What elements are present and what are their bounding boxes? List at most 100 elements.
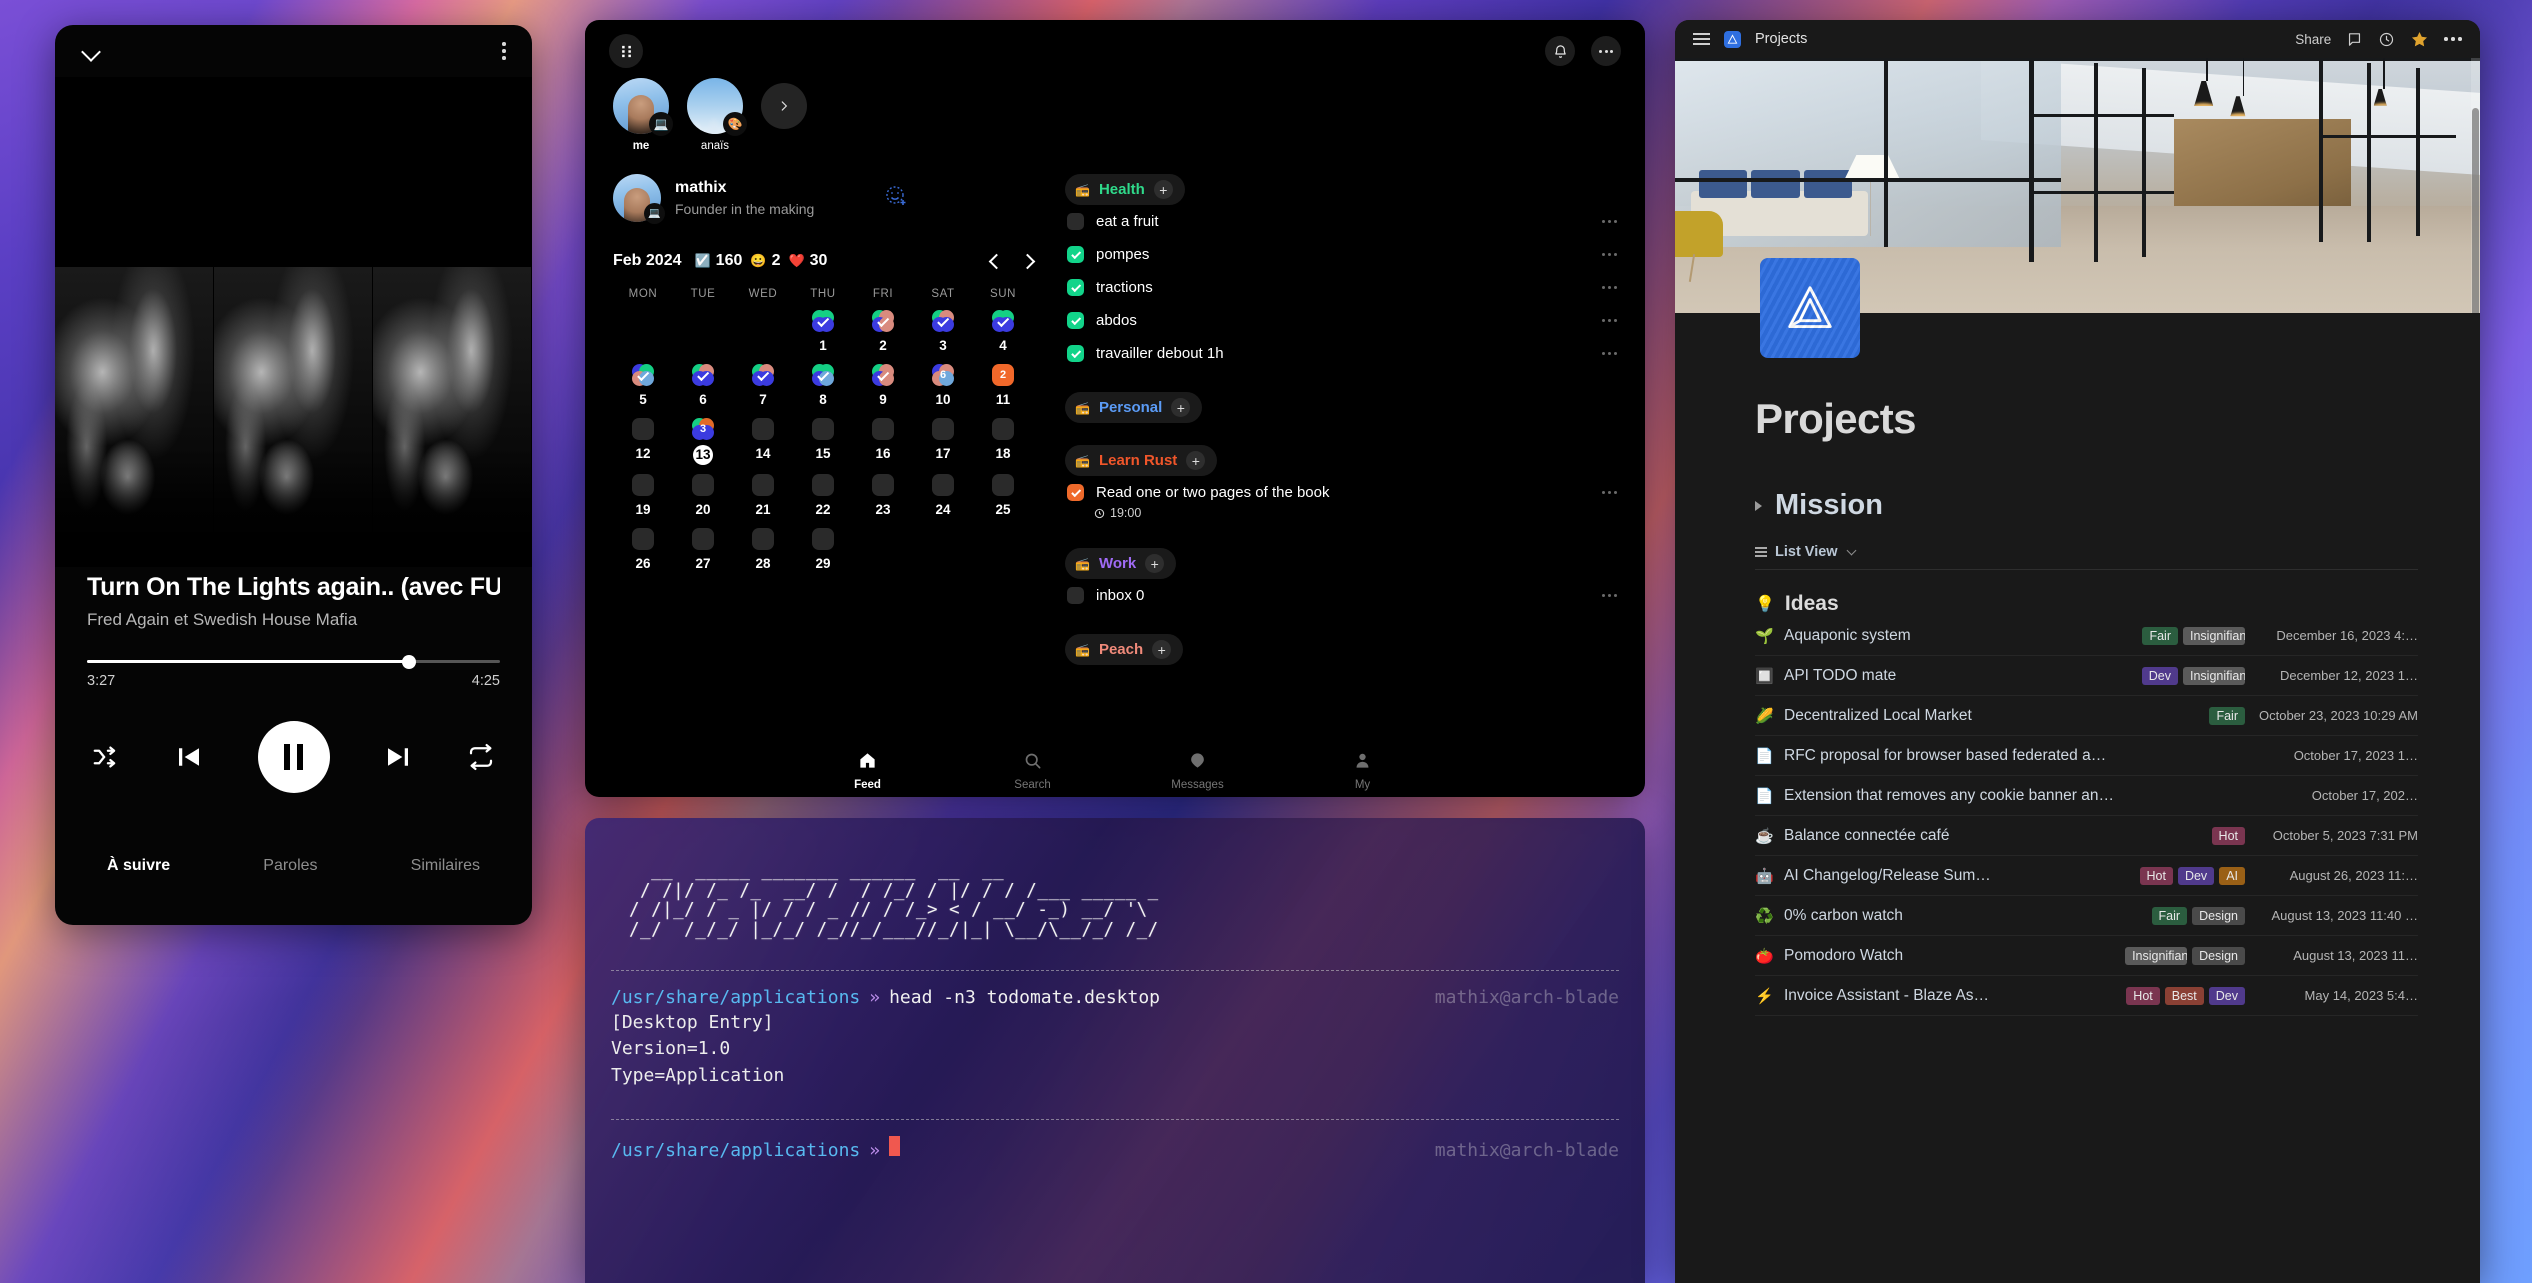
calendar-day-cell[interactable]: 5 bbox=[613, 364, 673, 418]
share-button[interactable]: Share bbox=[2295, 32, 2331, 47]
calendar-day-cell[interactable]: 16 bbox=[853, 418, 913, 474]
list-item[interactable]: 🍅 Pomodoro Watch Insignifiant Design August … bbox=[1755, 936, 2418, 976]
breadcrumb[interactable]: Projects bbox=[1755, 31, 1807, 47]
task-row[interactable]: travailler debout 1h bbox=[1065, 337, 1617, 370]
list-item-title[interactable]: Extension that removes any cookie banner… bbox=[1784, 787, 2114, 805]
calendar-day-cell[interactable]: 15 bbox=[793, 418, 853, 474]
nav-item-my[interactable]: My bbox=[1280, 751, 1445, 791]
player-tab[interactable]: À suivre bbox=[107, 857, 170, 875]
cover-scrollbar[interactable] bbox=[2471, 58, 2480, 313]
calendar-day-cell[interactable]: 3 bbox=[913, 310, 973, 364]
calendar-day-cell[interactable]: 19 bbox=[613, 474, 673, 528]
add-task-button[interactable]: + bbox=[1186, 451, 1206, 470]
task-group-chip[interactable]: 📻 Health + bbox=[1065, 174, 1185, 205]
list-item[interactable]: 🌽 Decentralized Local Market Fair October 2… bbox=[1755, 696, 2418, 736]
list-item-title[interactable]: Pomodoro Watch bbox=[1784, 947, 1903, 965]
add-task-button[interactable]: + bbox=[1145, 554, 1165, 573]
calendar-day-cell[interactable]: 24 bbox=[913, 474, 973, 528]
calendar-day-cell[interactable]: 28 bbox=[733, 528, 793, 582]
star-icon[interactable] bbox=[2410, 30, 2429, 49]
list-item[interactable]: ♻️ 0% carbon watch Fair Design August 13, 20… bbox=[1755, 896, 2418, 936]
story-item[interactable]: 🎨 anaïs bbox=[687, 78, 747, 152]
calendar-day-cell[interactable]: 20 bbox=[673, 474, 733, 528]
task-more-icon[interactable] bbox=[1602, 220, 1617, 223]
bell-icon[interactable] bbox=[1545, 36, 1575, 66]
task-group-chip[interactable]: 📻 Personal + bbox=[1065, 392, 1203, 423]
story-item[interactable]: 💻 me bbox=[613, 78, 673, 152]
page-title[interactable]: Projects bbox=[1755, 395, 2418, 443]
player-tab[interactable]: Paroles bbox=[263, 857, 317, 875]
calendar-day-cell[interactable]: 27 bbox=[673, 528, 733, 582]
previous-track-icon[interactable] bbox=[174, 742, 204, 772]
player-tab[interactable]: Similaires bbox=[411, 857, 480, 875]
repeat-icon[interactable] bbox=[466, 742, 496, 772]
calendar-day-cell[interactable]: 23 bbox=[853, 474, 913, 528]
task-row[interactable]: abdos bbox=[1065, 304, 1617, 337]
pause-icon[interactable] bbox=[257, 721, 330, 793]
calendar-day-cell[interactable]: 22 bbox=[793, 474, 853, 528]
list-item[interactable]: 📄 Extension that removes any cookie banne… bbox=[1755, 776, 2418, 816]
calendar-day-cell[interactable]: 6 bbox=[673, 364, 733, 418]
calendar-day-cell[interactable]: 6 10 bbox=[913, 364, 973, 418]
add-task-button[interactable]: + bbox=[1152, 640, 1172, 659]
task-more-icon[interactable] bbox=[1602, 319, 1617, 322]
task-checkbox[interactable] bbox=[1067, 312, 1084, 329]
calendar-day-cell[interactable]: 29 bbox=[793, 528, 853, 582]
hamburger-menu-icon[interactable] bbox=[1693, 32, 1710, 46]
task-checkbox[interactable] bbox=[1067, 246, 1084, 263]
task-checkbox[interactable] bbox=[1067, 484, 1084, 501]
list-item-title[interactable]: 0% carbon watch bbox=[1784, 907, 1903, 925]
task-checkbox[interactable] bbox=[1067, 213, 1084, 230]
task-group-chip[interactable]: 📻 Work + bbox=[1065, 548, 1177, 579]
database-view-selector[interactable]: List View bbox=[1755, 544, 2418, 570]
calendar-day-cell[interactable]: 3 13 bbox=[673, 418, 733, 474]
list-item-title[interactable]: RFC proposal for browser based federated… bbox=[1784, 747, 2106, 765]
task-row[interactable]: pompes bbox=[1065, 238, 1617, 271]
calendar-day-cell[interactable]: 12 bbox=[613, 418, 673, 474]
chevron-down-icon[interactable] bbox=[1846, 545, 1857, 556]
add-task-button[interactable]: + bbox=[1153, 180, 1173, 199]
chevron-down-icon[interactable] bbox=[81, 45, 103, 57]
nav-item-messages[interactable]: Messages bbox=[1115, 751, 1280, 791]
nav-item-feed[interactable]: Feed bbox=[785, 751, 950, 791]
calendar-day-cell[interactable]: 17 bbox=[913, 418, 973, 474]
task-more-icon[interactable] bbox=[1602, 352, 1617, 355]
toggle-triangle-icon[interactable] bbox=[1755, 500, 1762, 511]
calendar-day-cell[interactable]: 4 bbox=[973, 310, 1033, 364]
mission-heading[interactable]: Mission bbox=[1775, 489, 1883, 522]
calendar-day-cell[interactable]: 9 bbox=[853, 364, 913, 418]
add-task-button[interactable]: + bbox=[1171, 398, 1191, 417]
list-item[interactable]: ☕ Balance connectée café Hot October 5, 202… bbox=[1755, 816, 2418, 856]
chevron-left-icon[interactable] bbox=[988, 253, 1005, 269]
calendar-day-cell[interactable]: 8 bbox=[793, 364, 853, 418]
list-item-title[interactable]: AI Changelog/Release Sum… bbox=[1784, 867, 1991, 885]
calendar-day-cell[interactable]: 21 bbox=[733, 474, 793, 528]
kebab-menu-icon[interactable] bbox=[2444, 37, 2462, 41]
task-more-icon[interactable] bbox=[1602, 594, 1617, 597]
task-row[interactable]: inbox 0 bbox=[1065, 579, 1617, 612]
task-more-icon[interactable] bbox=[1602, 253, 1617, 256]
list-item-title[interactable]: Decentralized Local Market bbox=[1784, 707, 1972, 725]
kebab-menu-icon[interactable] bbox=[1591, 36, 1621, 66]
calendar-day-cell[interactable]: 2 11 bbox=[973, 364, 1033, 418]
comment-icon[interactable] bbox=[2346, 31, 2363, 48]
task-group-chip[interactable]: 📻 Learn Rust + bbox=[1065, 445, 1218, 476]
list-item-title[interactable]: Invoice Assistant - Blaze As… bbox=[1784, 987, 1989, 1005]
calendar-day-cell[interactable]: 26 bbox=[613, 528, 673, 582]
task-group-chip[interactable]: 📻 Peach + bbox=[1065, 634, 1184, 665]
nav-item-search[interactable]: Search bbox=[950, 751, 1115, 791]
list-item[interactable]: 📄 RFC proposal for browser based federate… bbox=[1755, 736, 2418, 776]
calendar-day-cell[interactable]: 1 bbox=[793, 310, 853, 364]
kebab-menu-icon[interactable] bbox=[502, 42, 506, 60]
task-checkbox[interactable] bbox=[1067, 345, 1084, 362]
add-emoji-icon[interactable] bbox=[884, 184, 908, 213]
terminal-window[interactable]: __ _____ _______ ______ __ __ / /|/ /_ /… bbox=[585, 818, 1645, 1283]
terminal-prompt-line-active[interactable]: /usr/share/applications » mathix@arch-bl… bbox=[585, 1120, 1645, 1161]
calendar-day-cell[interactable]: 25 bbox=[973, 474, 1033, 528]
app-logo-icon[interactable] bbox=[609, 34, 643, 68]
calendar-day-cell[interactable]: 7 bbox=[733, 364, 793, 418]
page-icon-penrose-triangle-icon[interactable] bbox=[1760, 258, 1860, 358]
seek-slider[interactable] bbox=[87, 654, 500, 669]
task-checkbox[interactable] bbox=[1067, 279, 1084, 296]
chevron-right-icon[interactable] bbox=[761, 83, 807, 129]
